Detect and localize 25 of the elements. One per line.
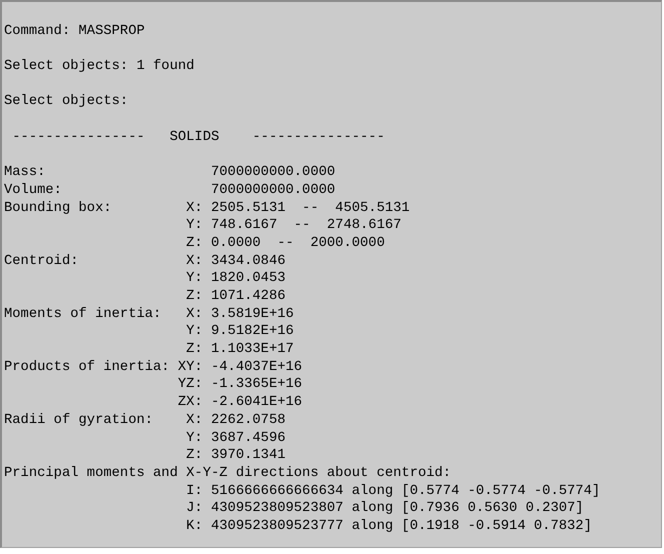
console-line: Y: 9.5182E+16	[185, 323, 295, 342]
console-line: Select objects: 1 found	[4, 58, 196, 76]
console-line: K: 4309523809523777 along [0.1918 -0.5914 0.7832]	[185, 518, 593, 536]
console-line: ZX: -2.6041E+16	[176, 394, 304, 412]
console-line: Products of inertia: XY: -4.4037E+16	[4, 358, 304, 376]
console-line: Z: 0.0000 -- 2000.0000	[185, 234, 386, 253]
console-line: Y: 3687.4596	[185, 430, 287, 448]
console-line: Z: 1.1033E+17	[185, 341, 295, 359]
console-line: Radii of gyration: X: 2262.0758	[4, 412, 287, 430]
console-line: Bounding box: X: 2505.5131 -- 4505.5131	[4, 200, 411, 218]
console-line: Y: 1820.0453	[185, 270, 287, 288]
console-line: Select objects:	[4, 93, 130, 112]
console-line: Mass: 7000000000.0000	[4, 164, 336, 182]
console-line: Principal moments and X-Y-Z directions about centroid:	[4, 464, 452, 483]
console-line: Z: 1071.4286	[185, 288, 287, 306]
console-line: Centroid: X: 3434.0846	[4, 252, 287, 270]
console-line: Volume: 7000000000.0000	[4, 182, 336, 200]
console-line: Y: 748.6167 -- 2748.6167	[185, 217, 402, 235]
console-line: I: 5166666666666634 along [0.5774 -0.5774 -0.5774]	[185, 482, 602, 500]
console-line: Z: 3970.1341	[185, 447, 287, 465]
console-line: ---------------- SOLIDS ----------------	[11, 128, 386, 146]
console-line: YZ: -1.3365E+16	[176, 376, 304, 394]
console-line: Command: MASSPROP	[4, 22, 146, 40]
console-line: J: 4309523809523807 along [0.7936 0.5630 0.2307]	[185, 500, 585, 518]
console-line: Moments of inertia: X: 3.5819E+16	[4, 306, 295, 324]
